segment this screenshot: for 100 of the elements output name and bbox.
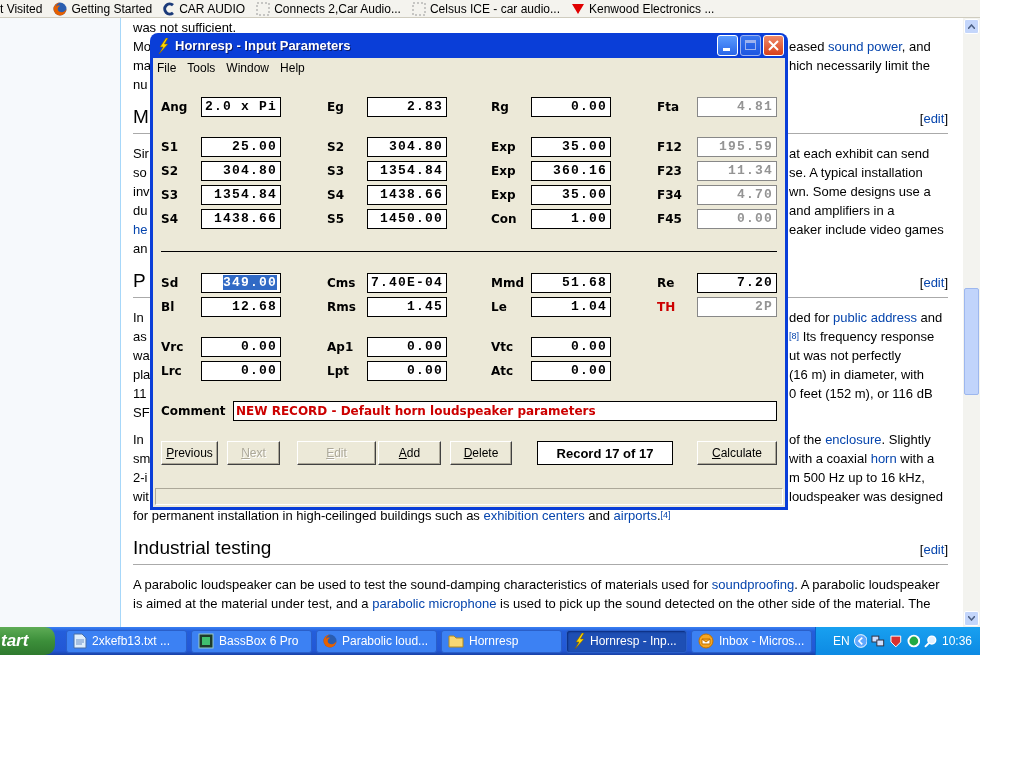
field-label: Con	[491, 212, 518, 226]
taskbar-button[interactable]: Inbox - Micros...	[691, 629, 812, 653]
field-label: Vrc	[161, 340, 185, 354]
article-text: In	[133, 431, 144, 449]
article-text: ded for public address and	[789, 309, 943, 327]
parameter-field[interactable]: 1354.84	[201, 185, 281, 205]
dialog-button[interactable]: Calculate	[697, 441, 777, 465]
bookmark-item[interactable]: Getting Started	[53, 1, 153, 16]
parameter-field[interactable]: 7.20	[697, 273, 777, 293]
blank-page-icon	[411, 1, 426, 16]
parameter-field[interactable]: 1.45	[367, 297, 447, 317]
article-text: m 500 Hz up to 16 kHz,	[789, 469, 925, 487]
article-link[interactable]: edit	[923, 275, 945, 290]
parameter-field[interactable]: 304.80	[367, 137, 447, 157]
parameter-field[interactable]: 0.00	[367, 361, 447, 381]
minimize-button[interactable]	[717, 35, 738, 56]
section-heading: Industrial testing	[133, 536, 272, 560]
parameter-field[interactable]: 0.00	[531, 97, 611, 117]
taskbar-button[interactable]: BassBox 6 Pro	[191, 629, 312, 653]
menu-item[interactable]: File	[157, 61, 177, 75]
bookmark-item[interactable]: Kenwood Electronics ...	[571, 1, 715, 16]
article-text: nu	[133, 76, 148, 94]
dialog-button[interactable]: Delete	[450, 441, 512, 465]
parameter-field[interactable]: 0.00	[201, 361, 281, 381]
maximize-button[interactable]	[740, 35, 761, 56]
parameter-field[interactable]: 360.16	[531, 161, 611, 181]
shield-icon[interactable]	[889, 634, 903, 648]
field-label: S3	[161, 188, 179, 202]
parameter-field[interactable]: 1438.66	[201, 209, 281, 229]
close-button[interactable]	[763, 35, 784, 56]
parameter-field[interactable]: 0.00	[531, 361, 611, 381]
article-text: eaker include video games	[789, 221, 944, 239]
parameter-field[interactable]: 1438.66	[367, 185, 447, 205]
parameter-field[interactable]: 0.00	[531, 337, 611, 357]
scrollbar[interactable]	[963, 18, 980, 627]
field-label: Fta	[657, 100, 681, 114]
field-label: Exp	[491, 164, 517, 178]
parameter-field[interactable]: 0.00	[367, 337, 447, 357]
bookmark-item[interactable]: t Visited	[0, 1, 43, 16]
taskbar-button[interactable]: Hornresp	[441, 629, 562, 653]
bookmark-item[interactable]: Connects 2,Car Audio...	[256, 1, 401, 16]
parameter-field[interactable]: 12.68	[201, 297, 281, 317]
taskbar-button[interactable]: Hornresp - Inp...	[566, 629, 687, 653]
article-link[interactable]: airports	[613, 508, 657, 523]
parameter-field[interactable]: 1354.84	[367, 161, 447, 181]
field-label: F45	[657, 212, 683, 226]
parameter-field[interactable]: 51.68	[531, 273, 611, 293]
scroll-up-button[interactable]	[964, 19, 979, 34]
article-link[interactable]: parabolic microphone	[372, 596, 497, 611]
scroll-down-button[interactable]	[964, 611, 979, 626]
magnifier-icon[interactable]	[924, 634, 938, 648]
article-link[interactable]: edit	[923, 111, 945, 126]
article-text: as	[133, 328, 147, 346]
dialog-button[interactable]: Previous	[161, 441, 218, 465]
parameter-field[interactable]: 304.80	[201, 161, 281, 181]
field-label: S5	[327, 212, 345, 226]
field-label: Sd	[161, 276, 180, 290]
taskbar-button[interactable]: Parabolic loud...	[316, 629, 437, 653]
article-link[interactable]: he	[133, 220, 148, 239]
parameter-field[interactable]: 35.00	[531, 137, 611, 157]
folder-icon	[448, 634, 464, 648]
parameter-field[interactable]: 1.04	[531, 297, 611, 317]
article-link[interactable]: public address	[833, 310, 917, 325]
article-link[interactable]: horn	[870, 451, 897, 466]
scroll-thumb[interactable]	[964, 288, 979, 395]
chevron-icon[interactable]	[853, 634, 868, 648]
article-link[interactable]: [8]	[789, 329, 799, 344]
parameter-field[interactable]: 0.00	[201, 337, 281, 357]
parameter-field[interactable]: 2.83	[367, 97, 447, 117]
article-link[interactable]: sound power	[828, 39, 902, 54]
parameter-field[interactable]: 1.00	[531, 209, 611, 229]
comment-field[interactable]: NEW RECORD - Default horn loudspeaker parameters	[233, 401, 777, 421]
lightning-icon	[573, 633, 585, 649]
edit-link-text: [edit]	[919, 110, 948, 128]
bookmark-item[interactable]: CAR AUDIO	[163, 1, 246, 16]
taskbar-button[interactable]: 2xkefb13.txt ...	[66, 629, 187, 653]
article-text: ut was not perfectly	[789, 347, 901, 365]
parameter-field[interactable]: 7.40E-04	[367, 273, 447, 293]
ring-icon[interactable]	[906, 634, 921, 648]
article-link[interactable]: edit	[923, 542, 945, 557]
network-icon[interactable]	[871, 634, 885, 648]
menu-item[interactable]: Window	[226, 61, 270, 75]
blank-page-icon	[256, 1, 271, 16]
article-text: se. A typical installation	[789, 164, 923, 182]
menu-item[interactable]: Help	[280, 61, 305, 75]
article-link[interactable]: exhibition centers	[483, 508, 585, 523]
parameter-field[interactable]: 349.00	[201, 273, 281, 293]
article-text: $^{[8]}$ Its frequency response	[789, 328, 935, 346]
menu-item[interactable]: Tools	[187, 61, 216, 75]
dialog-button[interactable]: Add	[378, 441, 441, 465]
article-text: was not sufficient.	[133, 19, 237, 37]
parameter-field[interactable]: 25.00	[201, 137, 281, 157]
start-button[interactable]: tart	[0, 627, 55, 655]
article-link[interactable]: enclosure	[825, 432, 882, 447]
parameter-field[interactable]: 1450.00	[367, 209, 447, 229]
parameter-field[interactable]: 2.0 x Pi	[201, 97, 281, 117]
parameter-field[interactable]: 35.00	[531, 185, 611, 205]
article-link[interactable]: [4]	[660, 508, 671, 523]
article-text: wn. Some designs use a	[789, 183, 931, 201]
bookmark-item[interactable]: Celsus ICE - car audio...	[411, 1, 560, 16]
